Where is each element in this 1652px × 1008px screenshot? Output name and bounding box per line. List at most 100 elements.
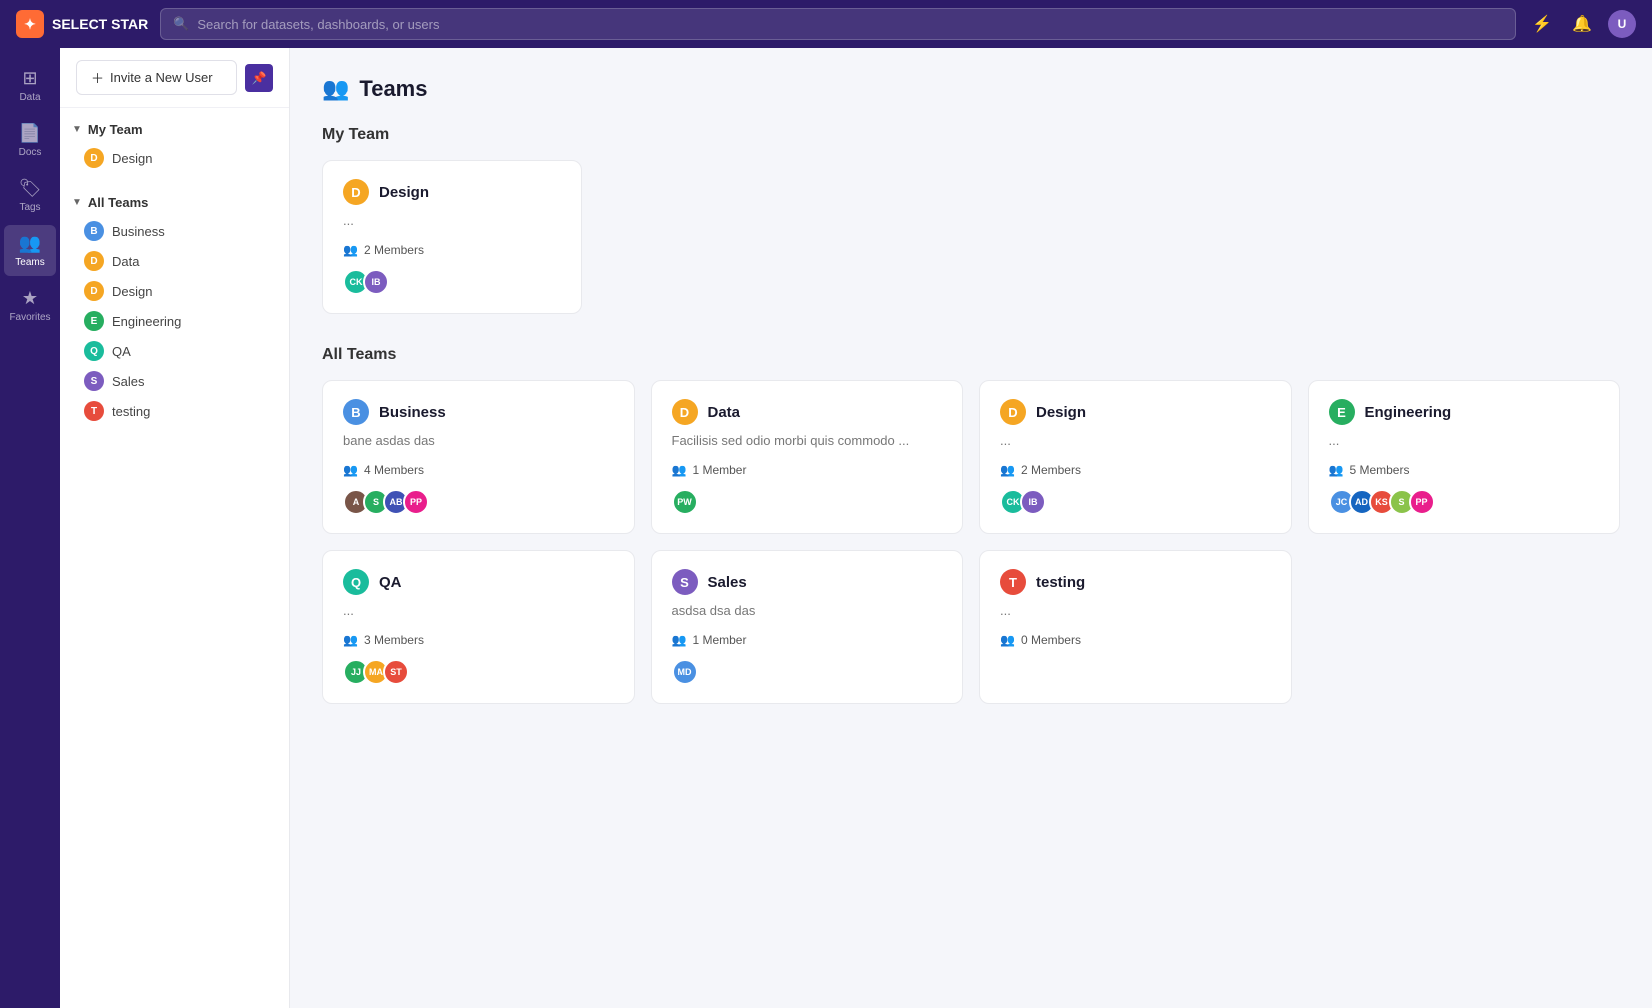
team-card-sales[interactable]: S Sales asdsa dsa das 👥 1 Member MD <box>651 550 964 704</box>
members-icon: 👥 <box>343 243 358 257</box>
desc-sales: asdsa dsa das <box>672 603 943 621</box>
members-icon-testing: 👥 <box>1000 633 1015 647</box>
qa-badge: Q <box>84 341 104 361</box>
search-icon: 🔍 <box>173 16 189 32</box>
avatars-engineering: JC AD KS S PP <box>1329 489 1600 515</box>
members-testing: 👥 0 Members <box>1000 633 1271 647</box>
sidebar-item-sales[interactable]: S Sales <box>60 366 289 396</box>
search-input[interactable] <box>197 17 1503 32</box>
business-badge: B <box>84 221 104 241</box>
all-teams-section-label: All Teams <box>88 195 148 210</box>
sidebar-item-testing[interactable]: T testing <box>60 396 289 426</box>
sidebar-data-label: Data <box>19 92 40 103</box>
card-header: D Design <box>343 179 561 205</box>
data-badge: D <box>84 251 104 271</box>
members-sales: 👥 1 Member <box>672 633 943 647</box>
avatar-pp2: PP <box>1409 489 1435 515</box>
sidebar-item-favorites[interactable]: ★ Favorites <box>4 280 56 331</box>
team-card-qa[interactable]: Q QA ... 👥 3 Members JJ MA ST <box>322 550 635 704</box>
my-team-grid: D Design ... 👥 2 Members CK IB <box>322 160 1620 314</box>
members-icon-qa: 👥 <box>343 633 358 647</box>
name-testing: testing <box>1036 574 1085 591</box>
members-icon-sales: 👥 <box>672 633 687 647</box>
desc-testing: ... <box>1000 603 1271 621</box>
desc-data: Facilisis sed odio morbi quis commodo ..… <box>672 433 943 451</box>
sidebar-all-teams-header[interactable]: ▼ All Teams <box>60 189 289 216</box>
team-card-engineering[interactable]: E Engineering ... 👥 5 Members JC AD KS S… <box>1308 380 1621 534</box>
sidebar-docs-label: Docs <box>19 147 42 158</box>
business-label: Business <box>112 224 165 239</box>
avatar-ib2: IB <box>1020 489 1046 515</box>
desc-qa: ... <box>343 603 614 621</box>
topnav-actions: ⚡ 🔔 U <box>1528 10 1636 38</box>
team-card-design[interactable]: D Design ... 👥 2 Members CK IB <box>979 380 1292 534</box>
sidebar-item-teams[interactable]: 👥 Teams <box>4 225 56 276</box>
main-layout: ⊞ Data 📄 Docs 🏷 Tags 👥 Teams ★ Favorites… <box>0 48 1652 1008</box>
top-navigation: ✦ SELECT STAR 🔍 ⚡ 🔔 U <box>0 0 1652 48</box>
team-card-business[interactable]: B Business bane asdas das 👥 4 Members A … <box>322 380 635 534</box>
sidebar-tags-label: Tags <box>19 202 40 213</box>
team-card-design-myteam[interactable]: D Design ... 👥 2 Members CK IB <box>322 160 582 314</box>
app-logo[interactable]: ✦ SELECT STAR <box>16 10 148 38</box>
page-title-text: Teams <box>359 76 427 102</box>
notification-icon[interactable]: 🔔 <box>1568 10 1596 38</box>
avatars-design-all: CK IB <box>1000 489 1271 515</box>
sidebar-item-data[interactable]: D Data <box>60 246 289 276</box>
members-count-design: 2 Members <box>364 243 424 257</box>
invite-new-user-button[interactable]: ＋ Invite a New User <box>76 60 237 95</box>
sales-label: Sales <box>112 374 145 389</box>
count-design: 2 Members <box>1021 463 1081 477</box>
team-card-data[interactable]: D Data Facilisis sed odio morbi quis com… <box>651 380 964 534</box>
chevron-icon: ▼ <box>72 124 82 135</box>
data-icon: ⊞ <box>22 68 37 89</box>
invite-button-label: Invite a New User <box>110 70 213 85</box>
sidebar-all-teams-section: ▼ All Teams B Business D Data D Design E… <box>60 181 289 434</box>
name-sales: Sales <box>708 574 747 591</box>
favorites-icon: ★ <box>22 288 38 309</box>
name-business: Business <box>379 404 446 421</box>
sidebar-panel: ＋ Invite a New User 📌 ▼ My Team D Design… <box>60 48 290 1008</box>
desc-engineering: ... <box>1329 433 1600 451</box>
main-content: 👥 Teams My Team D Design ... 👥 2 Members… <box>290 48 1652 1008</box>
card-header-qa: Q QA <box>343 569 614 595</box>
sidebar-teams-label: Teams <box>15 257 44 268</box>
badge-sales: S <box>672 569 698 595</box>
user-avatar[interactable]: U <box>1608 10 1636 38</box>
sidebar-my-team-header[interactable]: ▼ My Team <box>60 116 289 143</box>
logo-icon: ✦ <box>16 10 44 38</box>
search-bar[interactable]: 🔍 <box>160 8 1516 40</box>
count-sales: 1 Member <box>692 633 746 647</box>
sidebar-item-business[interactable]: B Business <box>60 216 289 246</box>
badge-qa: Q <box>343 569 369 595</box>
sidebar-item-design-myteam[interactable]: D Design <box>60 143 289 173</box>
count-qa: 3 Members <box>364 633 424 647</box>
pin-button[interactable]: 📌 <box>245 64 273 92</box>
sidebar-panel-header: ＋ Invite a New User 📌 <box>60 48 289 108</box>
card-members-design: 👥 2 Members <box>343 243 561 257</box>
badge-design: D <box>1000 399 1026 425</box>
card-name-design: Design <box>379 184 429 201</box>
name-data: Data <box>708 404 741 421</box>
sidebar-my-team-section: ▼ My Team D Design <box>60 108 289 181</box>
data-label: Data <box>112 254 139 269</box>
sidebar-item-engineering[interactable]: E Engineering <box>60 306 289 336</box>
avatar-st: ST <box>383 659 409 685</box>
sidebar-item-data[interactable]: ⊞ Data <box>4 60 56 111</box>
count-data: 1 Member <box>692 463 746 477</box>
badge-data: D <box>672 399 698 425</box>
members-qa: 👥 3 Members <box>343 633 614 647</box>
app-name: SELECT STAR <box>52 16 148 32</box>
team-card-testing[interactable]: T testing ... 👥 0 Members <box>979 550 1292 704</box>
sidebar-item-tags[interactable]: 🏷 Tags <box>4 170 56 221</box>
badge-business: B <box>343 399 369 425</box>
lightning-icon[interactable]: ⚡ <box>1528 10 1556 38</box>
name-engineering: Engineering <box>1365 404 1452 421</box>
docs-icon: 📄 <box>19 123 41 144</box>
sidebar-item-design[interactable]: D Design <box>60 276 289 306</box>
avatar-md: MD <box>672 659 698 685</box>
avatars-data: PW <box>672 489 943 515</box>
sidebar-item-docs[interactable]: 📄 Docs <box>4 115 56 166</box>
avatar-pw: PW <box>672 489 698 515</box>
teams-title-icon: 👥 <box>322 76 349 102</box>
sidebar-item-qa[interactable]: Q QA <box>60 336 289 366</box>
